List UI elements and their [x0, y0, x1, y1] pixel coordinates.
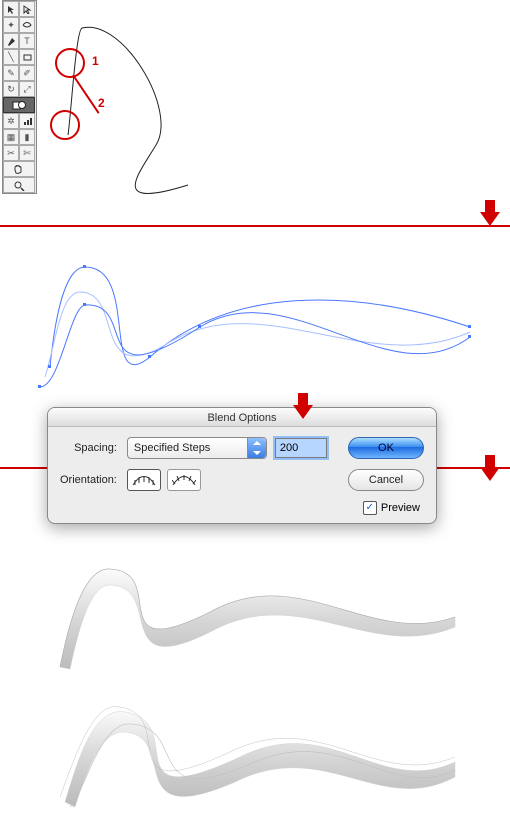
panel-pen-paths: ✦ T ╲ ✎✐ ↻⤢ ✲ ▦▮ ✂✄ 1 2 — [0, 0, 510, 227]
line-segment-tool[interactable]: ╲ — [3, 49, 19, 65]
orientation-label: Orientation: — [60, 474, 117, 486]
pen-tool[interactable] — [3, 33, 19, 49]
scale-tool[interactable]: ⤢ — [19, 81, 35, 97]
annotation-circle-2 — [50, 110, 80, 140]
annotation-circle-1 — [55, 48, 85, 78]
cancel-button[interactable]: Cancel — [348, 469, 424, 491]
paintbrush-tool[interactable]: ✎ — [3, 65, 19, 81]
align-to-path-icon — [172, 474, 196, 486]
mesh-tool[interactable]: ▦ — [3, 129, 19, 145]
align-to-page-icon — [132, 474, 156, 486]
preview-label: Preview — [381, 502, 420, 514]
rectangle-tool[interactable] — [19, 49, 35, 65]
column-graph-tool[interactable] — [19, 113, 35, 129]
panel-selected-paths — [0, 227, 510, 407]
rotate-tool[interactable]: ↻ — [3, 81, 19, 97]
blend-options-dialog: Blend Options Spacing: Specified Steps O… — [47, 407, 437, 524]
orientation-align-to-path[interactable] — [167, 469, 201, 491]
tutorial-figure: ✦ T ╲ ✎✐ ↻⤢ ✲ ▦▮ ✂✄ 1 2 — [0, 0, 510, 837]
selection-tool[interactable] — [3, 1, 19, 17]
zoom-tool[interactable] — [3, 177, 35, 193]
direct-selection-tool[interactable] — [19, 1, 35, 17]
symbol-sprayer-tool[interactable]: ✲ — [3, 113, 19, 129]
annotation-label-1: 1 — [92, 54, 99, 68]
step-arrow-1 — [480, 200, 500, 226]
scissors-tool[interactable]: ✄ — [19, 145, 35, 161]
drawn-path — [38, 0, 318, 224]
steps-input[interactable] — [275, 438, 327, 458]
gradient-tool[interactable]: ▮ — [19, 129, 35, 145]
orientation-align-to-page[interactable] — [127, 469, 161, 491]
step-arrow-2 — [293, 393, 313, 419]
preview-checkbox[interactable] — [363, 501, 377, 515]
lasso-tool[interactable] — [19, 17, 35, 33]
hand-tool[interactable] — [3, 161, 35, 177]
panel-dialog: Blend Options Spacing: Specified Steps O… — [0, 407, 510, 557]
cancel-button-label: Cancel — [369, 474, 403, 486]
step-arrow-3 — [480, 455, 500, 481]
blend-result-1 — [40, 557, 460, 677]
magic-wand-tool[interactable]: ✦ — [3, 17, 19, 33]
slice-tool[interactable]: ✂ — [3, 145, 19, 161]
blend-result-2 — [40, 702, 460, 822]
spacing-mode-select[interactable]: Specified Steps — [127, 437, 267, 459]
type-tool[interactable]: T — [19, 33, 35, 49]
select-stepper-icon — [247, 438, 266, 458]
selected-paths — [30, 247, 480, 407]
ok-button-label: OK — [378, 442, 394, 454]
spacing-mode-value: Specified Steps — [134, 442, 210, 454]
panel-results — [0, 557, 510, 837]
spacing-label: Spacing: — [60, 442, 117, 454]
ok-button[interactable]: OK — [348, 437, 424, 459]
annotation-label-2: 2 — [98, 96, 105, 110]
pencil-tool[interactable]: ✐ — [19, 65, 35, 81]
blend-tool[interactable] — [3, 97, 35, 113]
illustrator-toolbar: ✦ T ╲ ✎✐ ↻⤢ ✲ ▦▮ ✂✄ — [2, 0, 37, 194]
dialog-title: Blend Options — [48, 408, 436, 427]
